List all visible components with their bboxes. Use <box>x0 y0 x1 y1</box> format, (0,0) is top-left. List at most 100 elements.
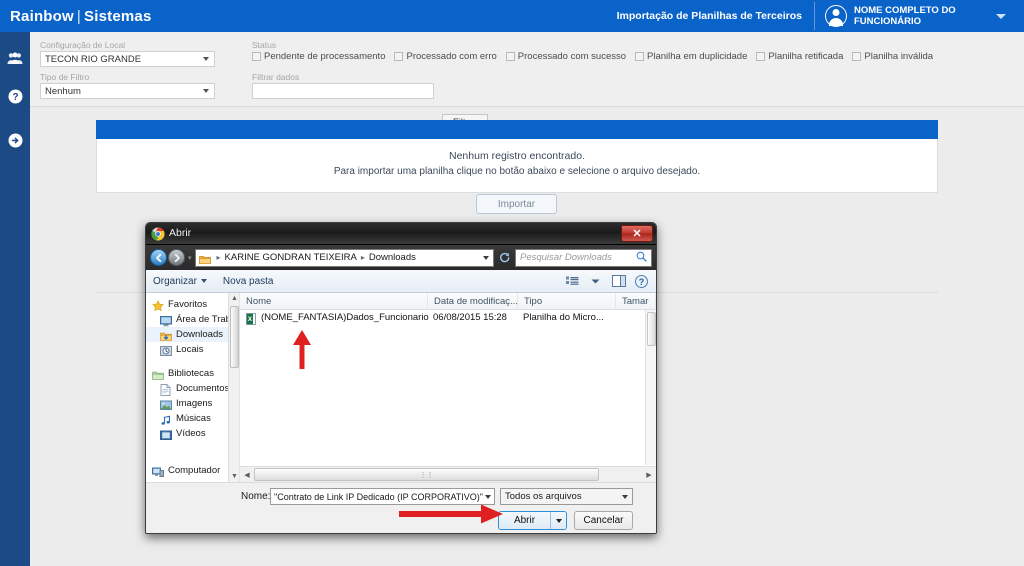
search-placeholder: Pesquisar Downloads <box>520 252 612 263</box>
chevron-down-icon[interactable] <box>485 494 491 499</box>
users-icon <box>7 52 23 65</box>
chevron-down-icon[interactable] <box>588 274 603 288</box>
history-dropdown-icon[interactable]: ▾ <box>188 254 192 262</box>
scrollbar-thumb[interactable] <box>647 312 656 346</box>
place-item-downloads[interactable]: Downloads <box>146 327 239 342</box>
results-panel: Nenhum registro encontrado. Para importa… <box>96 120 938 193</box>
place-label: Favoritos <box>168 299 208 310</box>
file-type: Planilha do Micro... <box>523 312 604 323</box>
checkbox-box[interactable] <box>252 52 261 61</box>
libraries-icon <box>152 368 164 380</box>
checkbox-processado-com-sucesso[interactable]: Processado com sucesso <box>505 51 627 62</box>
checkbox-planilha-em-duplicidade[interactable]: Planilha em duplicidade <box>635 51 747 62</box>
user-name-label: NOME COMPLETO DO FUNCIONÁRIO <box>854 5 956 27</box>
open-file-dialog: Abrir ✕ ▾ ▸ KARINE GONDRAN TEIXEIRA ▸ Do… <box>145 222 657 534</box>
checkbox-box[interactable] <box>394 52 404 61</box>
checkbox-label: Processado com sucesso <box>517 51 627 62</box>
breadcrumb[interactable]: ▸ KARINE GONDRAN TEIXEIRA ▸ Downloads <box>194 248 494 267</box>
scroll-down-icon[interactable]: ▼ <box>229 471 239 482</box>
scrollbar-track[interactable]: ⋮⋮ <box>254 468 642 481</box>
checkbox-box[interactable] <box>505 52 515 61</box>
brand-main: Rainbow <box>10 7 74 25</box>
close-icon[interactable]: ✕ <box>621 225 653 242</box>
place-label: Documentos <box>176 383 230 394</box>
empty-state-title: Nenhum registro encontrado. <box>449 150 585 162</box>
place-item-computador[interactable]: Computador <box>146 463 239 478</box>
checkbox-box[interactable] <box>852 52 862 61</box>
search-input[interactable]: Pesquisar Downloads <box>515 248 652 267</box>
abrir-split-button[interactable]: Abrir <box>498 511 567 530</box>
checkbox-pendente-de-processamento[interactable]: Pendente de processamento <box>252 51 385 62</box>
place-item-videos[interactable]: Vídeos <box>146 426 239 441</box>
scrollbar-thumb[interactable] <box>230 306 239 368</box>
user-menu[interactable]: NOME COMPLETO DO FUNCIONÁRIO <box>815 5 1024 27</box>
place-item-documentos[interactable]: Documentos <box>146 381 239 396</box>
place-item-favoritos[interactable]: Favoritos <box>146 297 239 312</box>
sidebar-item-users[interactable] <box>0 42 30 74</box>
column-header-data-modificacao[interactable]: Data de modificaç... <box>428 292 518 310</box>
checkbox-planilha-invalida[interactable]: Planilha inválida <box>852 51 933 62</box>
brand-logo[interactable]: Rainbow | Sistemas <box>10 8 152 25</box>
sidebar-item-help[interactable]: ? <box>0 80 30 112</box>
scroll-right-icon[interactable]: ▶ <box>642 468 656 482</box>
select-tipo-filtro[interactable]: Nenhum <box>40 83 215 99</box>
dialog-titlebar[interactable]: Abrir ✕ <box>146 223 656 245</box>
checkbox-box[interactable] <box>756 52 766 61</box>
nova-pasta-button[interactable]: Nova pasta <box>223 276 274 287</box>
dialog-body: Favoritos Área de Trabalh Downloads Loca… <box>146 292 656 482</box>
chevron-down-icon <box>203 89 209 93</box>
file-list-item[interactable]: X (NOME_FANTASIA)Dados_Funcionario 06/08… <box>240 310 656 325</box>
preview-pane-icon[interactable] <box>611 274 626 288</box>
music-icon <box>160 413 172 425</box>
column-header-tamanho[interactable]: Tamar <box>616 292 656 310</box>
breadcrumb-item-downloads[interactable]: Downloads <box>369 252 416 263</box>
screen: Rainbow | Sistemas Importação de Planilhas… <box>0 0 1024 566</box>
excel-file-icon: X <box>246 312 257 325</box>
breadcrumb-item-user[interactable]: KARINE GONDRAN TEIXEIRA <box>225 252 357 263</box>
forward-icon[interactable] <box>168 249 185 266</box>
field-tipo-filtro: Tipo de Filtro Nenhum <box>40 72 215 99</box>
places-scrollbar[interactable]: ▲ ▼ <box>228 293 239 482</box>
places-spacer <box>146 357 239 366</box>
place-item-area-de-trabalho[interactable]: Área de Trabalh <box>146 312 239 327</box>
sidebar-nav-rail: ? <box>0 32 30 566</box>
checkbox-planilha-retificada[interactable]: Planilha retificada <box>756 51 843 62</box>
column-header-nome[interactable]: Nome <box>240 292 428 310</box>
help-icon[interactable]: ? <box>634 274 649 288</box>
refresh-icon[interactable] <box>497 250 512 265</box>
organizar-menu[interactable]: Organizar <box>153 276 207 287</box>
column-header-tipo[interactable]: Tipo <box>518 292 616 310</box>
scroll-left-icon[interactable]: ◀ <box>240 468 254 482</box>
file-list-horizontal-scrollbar[interactable]: ◀ ⋮⋮ ▶ <box>240 466 656 482</box>
importar-button[interactable]: Importar <box>476 194 557 214</box>
chevron-down-icon[interactable] <box>483 255 489 260</box>
place-item-musicas[interactable]: Músicas <box>146 411 239 426</box>
place-label: Locais <box>176 344 204 355</box>
view-options-icon[interactable] <box>565 274 580 288</box>
checkbox-box[interactable] <box>635 52 645 61</box>
chevron-down-icon[interactable] <box>996 13 1006 19</box>
documents-icon <box>160 383 172 396</box>
abrir-button[interactable]: Abrir <box>499 512 550 529</box>
dialog-navigation-bar: ▾ ▸ KARINE GONDRAN TEIXEIRA ▸ Downloads … <box>146 245 656 270</box>
svg-text:?: ? <box>12 92 18 103</box>
filetype-select[interactable]: Todos os arquivos <box>500 488 633 505</box>
back-icon[interactable] <box>150 249 167 266</box>
select-configuracao-local[interactable]: TECON RIO GRANDE <box>40 51 215 67</box>
downloads-icon <box>160 329 172 341</box>
place-item-bibliotecas[interactable]: Bibliotecas <box>146 366 239 381</box>
place-item-imagens[interactable]: Imagens <box>146 396 239 411</box>
sidebar-item-expand[interactable] <box>0 124 30 156</box>
place-item-locais[interactable]: Locais <box>146 342 239 357</box>
abrir-dropdown-button[interactable] <box>550 512 566 529</box>
place-label: Vídeos <box>176 428 206 439</box>
checkbox-processado-com-erro[interactable]: Processado com erro <box>394 51 497 62</box>
search-input[interactable] <box>252 83 434 99</box>
cancelar-button[interactable]: Cancelar <box>574 511 633 530</box>
scrollbar-thumb[interactable]: ⋮⋮ <box>254 468 599 481</box>
arrow-right-circle-icon <box>8 133 23 148</box>
scroll-up-icon[interactable]: ▲ <box>229 293 239 304</box>
file-list-vertical-scrollbar[interactable] <box>645 310 656 465</box>
dialog-toolbar: Organizar Nova pasta ? <box>146 270 656 293</box>
checkbox-label: Processado com erro <box>406 51 497 62</box>
